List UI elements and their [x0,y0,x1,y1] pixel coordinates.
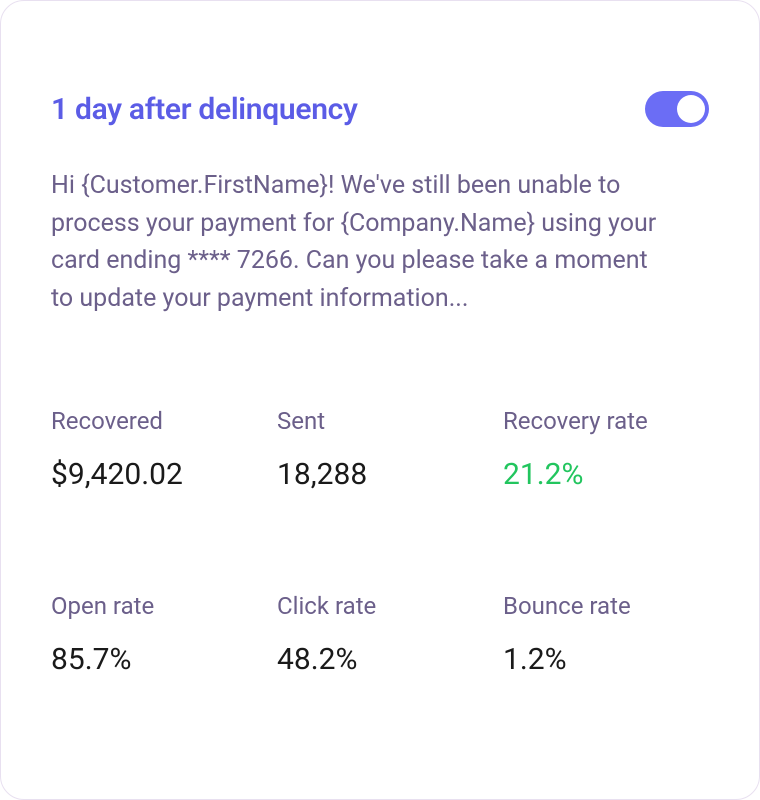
metric-value: 18,288 [277,457,483,492]
toggle-knob [677,95,705,123]
metric-value: 85.7% [51,642,257,677]
metric-sent: Sent 18,288 [277,407,483,492]
metric-recovery-rate: Recovery rate 21.2% [503,407,709,492]
metric-value: $9,420.02 [51,457,257,492]
email-preview-text: Hi {Customer.FirstName}! We've still bee… [51,167,671,317]
metric-bounce-rate: Bounce rate 1.2% [503,592,709,677]
metric-value: 48.2% [277,642,483,677]
metric-label: Bounce rate [503,592,709,620]
metric-open-rate: Open rate 85.7% [51,592,257,677]
metric-label: Recovered [51,407,257,435]
enable-toggle[interactable] [645,91,709,127]
card-header: 1 day after delinquency [51,91,709,127]
card-title: 1 day after delinquency [51,92,358,127]
metric-label: Sent [277,407,483,435]
campaign-card: 1 day after delinquency Hi {Customer.Fir… [0,0,760,800]
metric-label: Open rate [51,592,257,620]
metric-value: 1.2% [503,642,709,677]
metric-recovered: Recovered $9,420.02 [51,407,257,492]
metric-click-rate: Click rate 48.2% [277,592,483,677]
metric-label: Recovery rate [503,407,709,435]
metric-value: 21.2% [503,457,709,492]
metric-label: Click rate [277,592,483,620]
metrics-grid: Recovered $9,420.02 Sent 18,288 Recovery… [51,407,709,677]
